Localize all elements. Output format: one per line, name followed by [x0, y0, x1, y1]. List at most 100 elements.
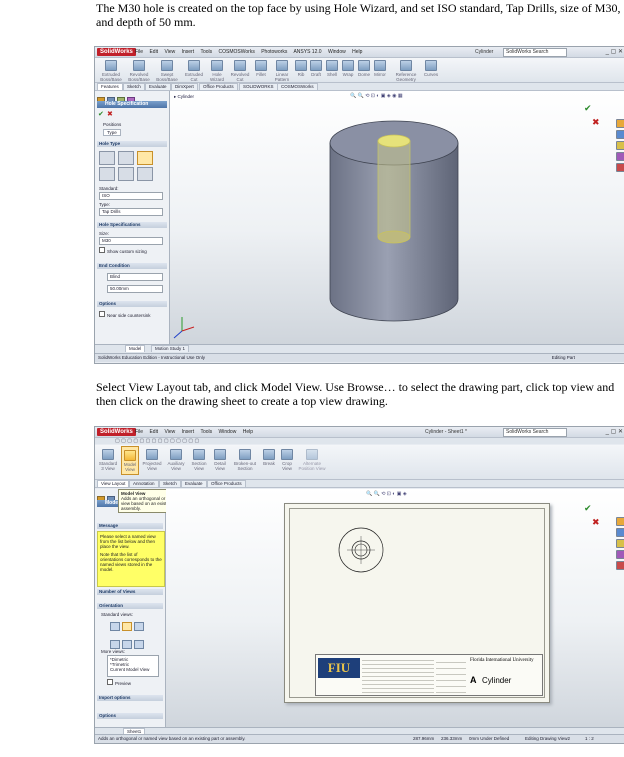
quick-access-toolbar[interactable]: ▢ ▢ ▢ ▢ ▢ ▢ ▢ ▢ ▢ ▢ ▢ ▢ ▢ ▢ [95, 438, 624, 444]
ribbon-extruded-boss[interactable]: Extruded Boss/Base [99, 60, 123, 82]
ribbon-detail-view[interactable]: Detail View [211, 449, 229, 471]
end-condition-select[interactable]: Blind [107, 273, 163, 281]
section-hole-specifications[interactable]: Hole Specifications [97, 222, 167, 228]
tab-evaluate[interactable]: Evaluate [145, 83, 171, 90]
task-pane-appearance-icon[interactable] [616, 163, 624, 172]
window-controls[interactable]: _ ▢ ✕ [606, 48, 623, 56]
task-pane-resources-icon-2[interactable] [616, 517, 624, 526]
preview-checkbox[interactable]: Preview [107, 679, 131, 686]
ribbon-mirror[interactable]: Mirror [373, 60, 387, 77]
tab-evaluate-2[interactable]: Evaluate [181, 480, 207, 487]
ribbon-extruded-cut[interactable]: Extruded Cut [183, 60, 205, 82]
bottom-view-icon[interactable] [134, 640, 144, 649]
ribbon-linear-pattern[interactable]: Linear Pattern [271, 60, 293, 82]
back-view-icon[interactable] [110, 640, 120, 649]
depth-input[interactable]: 50.00mm [107, 285, 163, 293]
tab-dimxpert[interactable]: DimXpert [171, 83, 198, 90]
ribbon-auxiliary-view[interactable]: Auxiliary View [165, 449, 187, 471]
ribbon-standard-3-view[interactable]: Standard 3 View [97, 449, 119, 471]
near-side-checkbox[interactable]: Near side countersink [99, 311, 151, 318]
ribbon-draft[interactable]: Draft [309, 60, 323, 77]
counterbore-icon[interactable] [99, 151, 115, 165]
ribbon-hole-wizard[interactable]: Hole Wizard [207, 60, 227, 82]
subtab-positions[interactable]: Positions [103, 122, 121, 127]
pipe-tap-icon[interactable] [99, 167, 115, 181]
front-view-icon[interactable] [110, 622, 120, 631]
graphics-area-part[interactable]: ▸ Cylinder 🔍 🔍 ⟲ ⊡ ◐ ▣ ◈ ◉ ▦ ✔ ✖ [170, 91, 624, 344]
menu-photoworks[interactable]: Photoworks [261, 49, 287, 55]
task-pane-explorer-icon[interactable] [616, 141, 624, 150]
ribbon-revolved-boss[interactable]: Revolved Boss/Base [127, 60, 151, 82]
section-import-options[interactable]: Import options [97, 695, 163, 701]
search-input-2[interactable]: SolidWorks Search [503, 428, 567, 437]
ribbon-swept-boss[interactable]: Swept Boss/Base [155, 60, 179, 82]
tab-office-products[interactable]: Office Products [199, 83, 238, 90]
section-end-condition[interactable]: End Condition [97, 263, 167, 269]
ribbon-broken-out-section[interactable]: Broken-out Section [231, 449, 259, 471]
tap-hole-icon[interactable] [137, 151, 153, 165]
menu-window-2[interactable]: Window [219, 429, 237, 435]
ribbon-section-view[interactable]: Section View [189, 449, 209, 471]
menu-view-2[interactable]: View [164, 429, 175, 435]
top-view-icon[interactable] [122, 622, 132, 631]
tab-office-products-2[interactable]: Office Products [207, 480, 246, 487]
hole-icon[interactable] [137, 167, 153, 181]
tab-view-layout[interactable]: View Layout [97, 480, 130, 487]
menu-file-2[interactable]: File [135, 429, 143, 435]
ribbon-dome[interactable]: Dome [357, 60, 371, 77]
tab-cosmosworks[interactable]: COSMOSWorks [277, 83, 318, 90]
custom-sizing-checkbox[interactable]: Show custom sizing [99, 247, 147, 254]
menu-insert[interactable]: Insert [182, 49, 195, 55]
right-view-icon[interactable] [134, 622, 144, 631]
tab-annotation[interactable]: Annotation [129, 480, 159, 487]
ribbon-rib[interactable]: Rib [295, 60, 307, 77]
ribbon-revolved-cut[interactable]: Revolved Cut [229, 60, 251, 82]
ok-check-icon[interactable]: ✔ [98, 111, 104, 118]
more-views-list[interactable]: *Dimetric *Trimetric Current Model View [107, 655, 159, 677]
menu-tools-2[interactable]: Tools [200, 429, 212, 435]
menu-window[interactable]: Window [328, 49, 346, 55]
tab-solidworks[interactable]: SOLIDWORKS [239, 83, 278, 90]
menu-edit[interactable]: Edit [149, 49, 158, 55]
task-pane-search-icon[interactable] [616, 152, 624, 161]
tab-sketch[interactable]: Sketch [123, 83, 145, 90]
menu-cosmos[interactable]: COSMOSWorks [219, 49, 255, 55]
standard-select[interactable]: ISO [99, 192, 163, 200]
tab-sketch-2[interactable]: Sketch [159, 480, 181, 487]
ribbon-break[interactable]: Break [261, 449, 277, 466]
section-message[interactable]: Message [97, 523, 163, 529]
window-controls-2[interactable]: _ ▢ ✕ [606, 428, 623, 436]
tab-features[interactable]: Features [97, 83, 123, 90]
menu-insert-2[interactable]: Insert [182, 429, 195, 435]
menu-help[interactable]: Help [352, 49, 362, 55]
ribbon-reference-geometry[interactable]: Reference Geometry [391, 60, 421, 82]
task-pane-library-icon[interactable] [616, 130, 624, 139]
section-options-2[interactable]: Options [97, 713, 163, 719]
task-pane-appearance-icon-2[interactable] [616, 561, 624, 570]
ribbon-alternate-position[interactable]: Alternate Position View [297, 449, 327, 471]
type-select[interactable]: Tap Drills [99, 208, 163, 216]
more-view-current[interactable]: Current Model View [110, 667, 160, 672]
ribbon-crop-view[interactable]: Crop View [279, 449, 295, 471]
menu-edit-2[interactable]: Edit [149, 429, 158, 435]
ribbon-model-view[interactable]: Model View [121, 446, 139, 475]
ribbon-wrap[interactable]: Wrap [341, 60, 355, 77]
menu-help-2[interactable]: Help [243, 429, 253, 435]
ribbon-curves[interactable]: Curves [423, 60, 439, 77]
ribbon-fillet[interactable]: Fillet [253, 60, 269, 77]
ribbon-shell[interactable]: Shell [325, 60, 339, 77]
menu-tools[interactable]: Tools [200, 49, 212, 55]
task-pane-library-icon-2[interactable] [616, 528, 624, 537]
ribbon-projected-view[interactable]: Projected View [141, 449, 163, 471]
size-select[interactable]: M30 [99, 237, 163, 245]
countersink-icon[interactable] [118, 151, 134, 165]
search-input[interactable]: SolidWorks Search [503, 48, 567, 57]
left-view-icon[interactable] [122, 640, 132, 649]
menu-view[interactable]: View [164, 49, 175, 55]
subtab-type[interactable]: Type [103, 129, 121, 136]
section-hole-type[interactable]: Hole Type [97, 141, 167, 147]
menu-ansys[interactable]: ANSYS 12.0 [293, 49, 321, 55]
task-pane-resources-icon[interactable] [616, 119, 624, 128]
graphics-area-drawing[interactable]: 🔍 🔍 ⟲ ⊡ ◐ ▣ ◈ FIU Florida International … [166, 489, 624, 729]
cancel-x-icon[interactable]: ✖ [107, 111, 113, 118]
